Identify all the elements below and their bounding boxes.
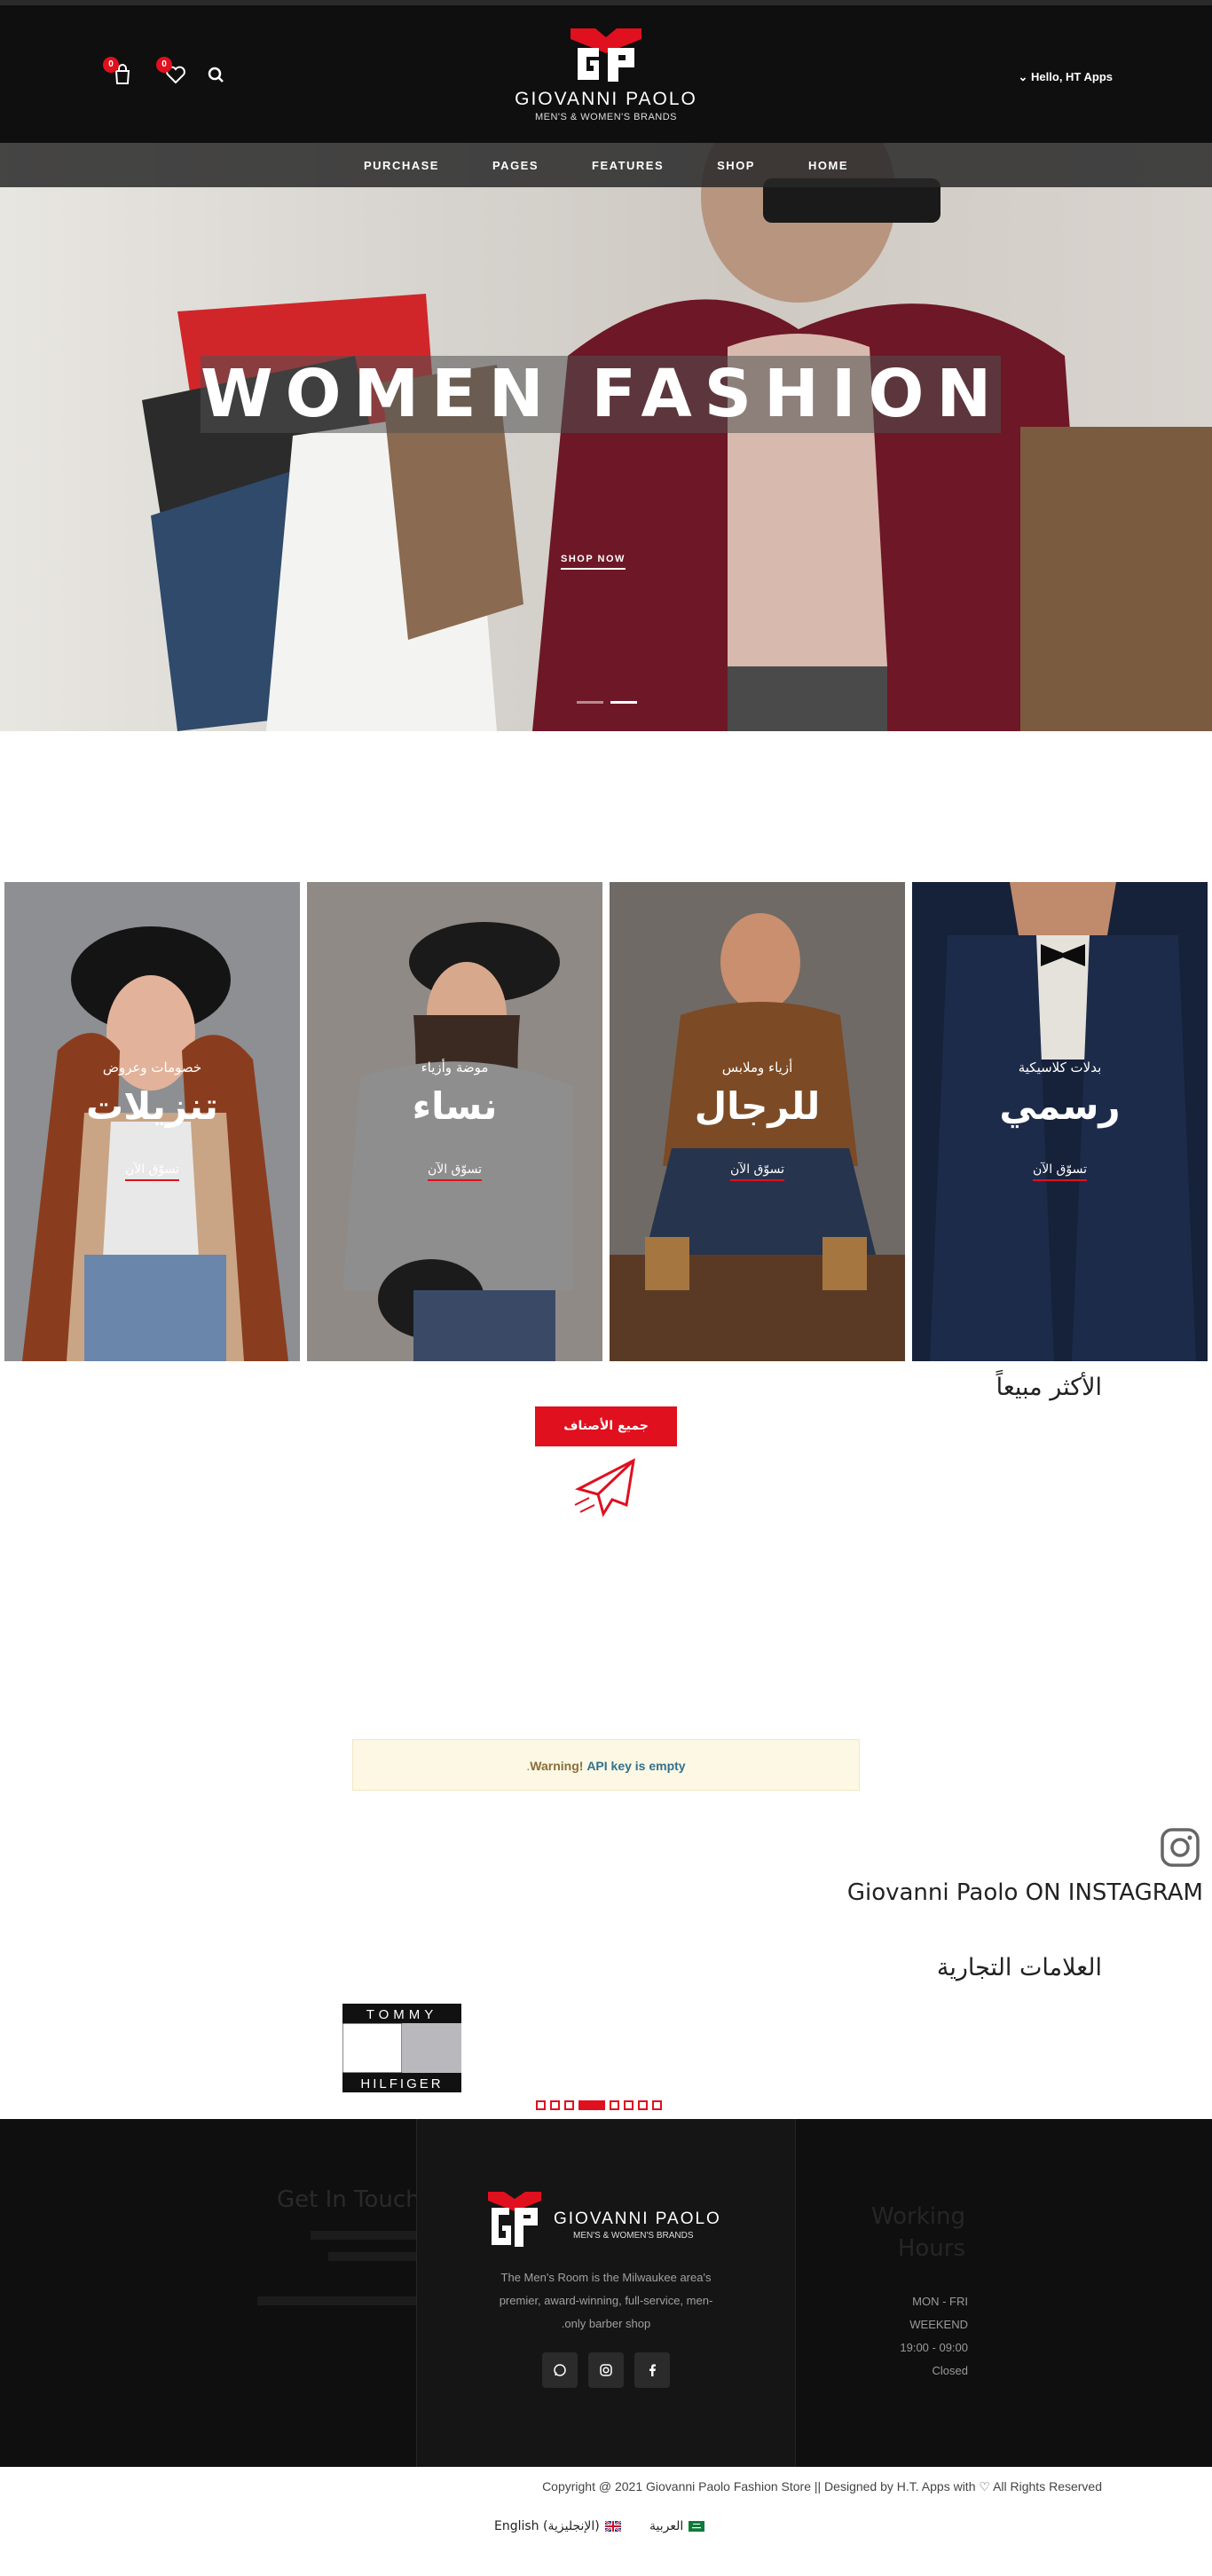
uk-flag-icon [604, 2521, 621, 2532]
nav-pages[interactable]: PAGES [492, 159, 539, 172]
category-title: تنزيلات [86, 1084, 218, 1128]
language-arabic-label: العربية [649, 2519, 684, 2533]
category-card-men[interactable]: أزياء وملابس للرجال تسوّق الآن [610, 882, 905, 1361]
hero-pagination [577, 701, 637, 704]
get-in-touch-heading: Get In Touch [277, 2186, 421, 2213]
warning-label: Warning! [530, 1759, 584, 1773]
hero-dot-1[interactable] [577, 701, 603, 704]
category-shop-link[interactable]: تسوّق الآن [307, 1160, 602, 1181]
brand-dot[interactable] [624, 2100, 634, 2110]
language-english[interactable]: English (الإنجليزية) [494, 2519, 621, 2533]
language-arabic[interactable]: العربية [649, 2519, 705, 2533]
hero-image [142, 143, 1212, 731]
wishlist-button[interactable]: 0 [156, 57, 188, 87]
category-title: رسمي [999, 1084, 1121, 1128]
brand-dot[interactable] [550, 2100, 560, 2110]
brand-dot[interactable] [536, 2100, 546, 2110]
site-header: 0 0 GIOVANNI PAOLO MEN'S & WOMEN'S BRAND… [0, 5, 1212, 143]
brands-pagination [536, 2100, 662, 2110]
hours-row: WEEKEND [909, 2318, 968, 2331]
instagram-button[interactable] [588, 2352, 624, 2388]
whatsapp-button[interactable] [542, 2352, 578, 2388]
brand-dot[interactable] [564, 2100, 574, 2110]
cart-button[interactable]: 0 [103, 57, 135, 87]
category-card-sale[interactable]: خصومات وعروض تنزيلات تسوّق الآن [4, 882, 300, 1361]
hours-row: MON - FRI [912, 2295, 968, 2308]
nav-home[interactable]: HOME [808, 159, 848, 172]
gp-logo-mark [571, 28, 641, 82]
category-card-formal[interactable]: بدلات كلاسيكية رسمي تسوّق الآن [912, 882, 1208, 1361]
facebook-icon [649, 2364, 656, 2376]
category-subtitle: أزياء وملابس [721, 1060, 793, 1075]
paper-plane-icon [574, 1458, 635, 1517]
site-footer: Get In Touch GIOVANNI PAOLO MEN'S & WOME… [0, 2119, 1212, 2467]
brand-dot[interactable] [610, 2100, 619, 2110]
footer-brand-name: GIOVANNI PAOLO [554, 2210, 721, 2228]
footer-description: The Men's Room is the Milwaukee area's p… [499, 2271, 713, 2330]
language-english-label: English (الإنجليزية) [494, 2519, 600, 2533]
api-warning: .Warning! API key is empty [352, 1739, 860, 1791]
brand-logo-bottom-text: HILFIGER [360, 2076, 443, 2092]
copyright-text: Copyright @ 2021 Giovanni Paolo Fashion … [542, 2479, 1102, 2493]
best-sellers-title: الأكثر مبيعاً [996, 1374, 1102, 1401]
brand-logo-top-text: TOMMY [366, 2007, 438, 2022]
footer-faded-line [311, 2231, 417, 2240]
nav-features[interactable]: FEATURES [592, 159, 664, 172]
category-subtitle: خصومات وعروض [102, 1060, 202, 1075]
category-subtitle: موضة وأزياء [421, 1060, 489, 1075]
footer-faded-line [257, 2296, 417, 2305]
instagram-icon [600, 2364, 612, 2376]
heart-icon: ♡ [979, 2479, 990, 2493]
tommy-hilfiger-logo[interactable]: TOMMY HILFIGER [342, 2004, 461, 2092]
category-subtitle: بدلات كلاسيكية [1018, 1060, 1102, 1075]
brand-dot[interactable] [652, 2100, 662, 2110]
all-categories-button[interactable]: جميع الأصناف [535, 1406, 677, 1446]
category-shop-link[interactable]: تسوّق الآن [912, 1160, 1208, 1181]
brands-title: العلامات التجارية [936, 1954, 1102, 1981]
whatsapp-icon [554, 2364, 566, 2376]
category-grid: خصومات وعروض تنزيلات تسوّق الآن موضة وأز… [4, 882, 1208, 1361]
hours-row: Closed [932, 2364, 968, 2377]
category-title: نساء [412, 1084, 498, 1128]
hours-row: 19:00 - 09:00 [900, 2341, 968, 2354]
instagram-icon [1161, 1828, 1200, 1867]
nav-purchase[interactable]: PURCHASE [364, 159, 439, 172]
category-title: للرجال [694, 1084, 821, 1128]
account-greeting: Hello, HT Apps [1031, 70, 1113, 83]
search-button[interactable] [204, 62, 229, 87]
chevron-down-icon: ⌄ [1018, 70, 1028, 83]
hero-slider: PURCHASE PAGES FEATURES SHOP HOME WOMEN … [0, 143, 1212, 731]
search-icon [208, 67, 224, 83]
brand-dot[interactable] [638, 2100, 648, 2110]
wishlist-count-badge: 0 [156, 57, 172, 73]
footer-logo: GIOVANNI PAOLO MEN'S & WOMEN'S BRANDS [488, 2192, 721, 2247]
footer-brand-tagline: MEN'S & WOMEN'S BRANDS [573, 2231, 694, 2241]
account-menu[interactable]: ⌄ Hello, HT Apps [1019, 70, 1114, 84]
footer-faded-line [328, 2252, 417, 2261]
working-hours-heading: Working Hours [870, 2203, 965, 2262]
main-nav: PURCHASE PAGES FEATURES SHOP HOME [0, 143, 1212, 187]
saudi-flag-icon [689, 2521, 705, 2532]
brand-logo[interactable]: GIOVANNI PAOLO MEN'S & WOMEN'S BRANDS [506, 27, 706, 130]
instagram-title: Giovanni Paolo ON INSTAGRAM [846, 1879, 1203, 1906]
category-card-women[interactable]: موضة وأزياء نساء تسوّق الآن [307, 882, 602, 1361]
hero-dot-2[interactable] [610, 701, 637, 704]
warning-message: API key is empty [586, 1759, 686, 1773]
brand-name: GIOVANNI PAOLO [515, 89, 697, 109]
category-shop-link[interactable]: تسوّق الآن [4, 1160, 300, 1181]
shop-now-link[interactable]: SHOP NOW [561, 554, 626, 570]
brand-tagline: MEN'S & WOMEN'S BRANDS [534, 112, 678, 122]
brand-dot-active[interactable] [578, 2100, 605, 2110]
nav-shop[interactable]: SHOP [717, 159, 755, 172]
facebook-button[interactable] [634, 2352, 670, 2388]
cart-count-badge: 0 [103, 57, 119, 73]
category-shop-link[interactable]: تسوّق الآن [610, 1160, 905, 1181]
hero-title: WOMEN FASHION [201, 356, 1004, 432]
